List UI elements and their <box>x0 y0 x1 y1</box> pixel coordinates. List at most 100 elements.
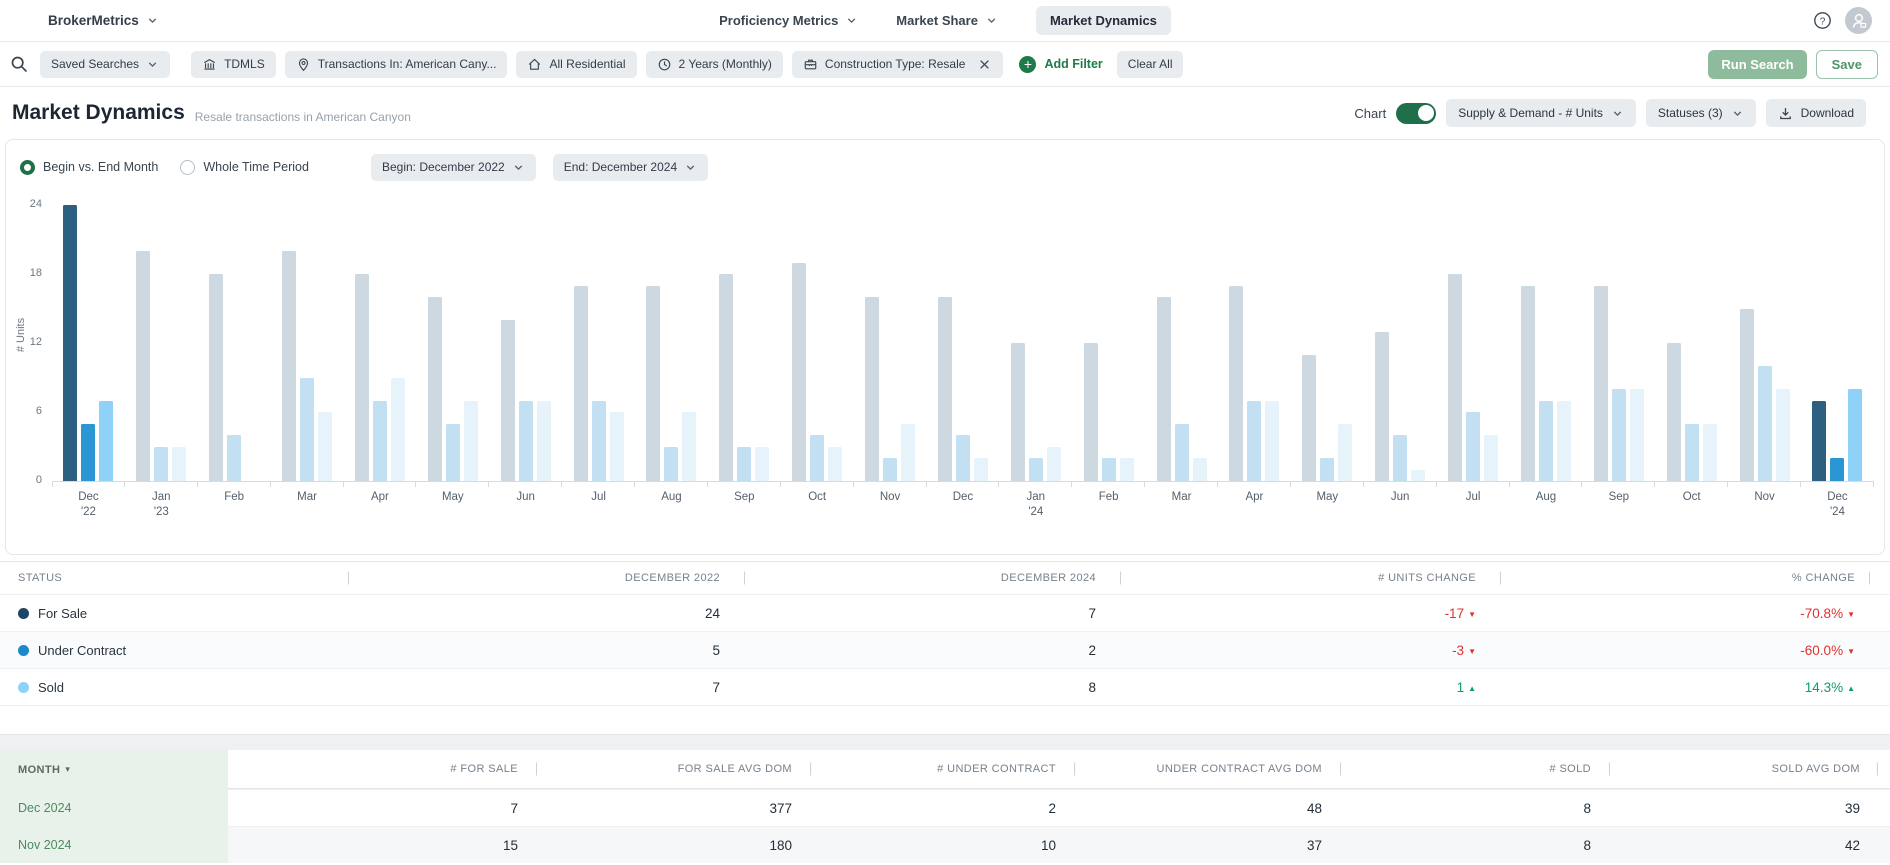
y-axis-tick: 0 <box>35 474 42 486</box>
clear-all-button[interactable]: Clear All <box>1116 50 1184 78</box>
bar-sold <box>1556 400 1571 481</box>
construction-type-icon <box>803 57 818 72</box>
bar-under-contract <box>1684 423 1699 481</box>
location-pin-icon <box>296 57 311 72</box>
month-value: 2 <box>804 789 1068 826</box>
bar-for-sale <box>500 320 515 481</box>
search-icon[interactable] <box>10 55 28 73</box>
begin-month-dropdown[interactable]: Begin: December 2022 <box>370 153 536 181</box>
tab-market-dynamics[interactable]: Market Dynamics <box>1035 6 1171 35</box>
status-header-units-change: # UNITS CHANGE <box>1113 572 1493 584</box>
bar-under-contract <box>883 458 898 481</box>
filter-chip-all-residential[interactable]: All Residential <box>516 50 637 78</box>
status-label: Under Contract <box>38 642 127 658</box>
month-value: 377 <box>530 789 804 826</box>
filter-chip-transactions-in-american-cany[interactable]: Transactions In: American Cany... <box>284 50 508 78</box>
month-table-header: MONTH ▾ # FOR SALE FOR SALE AVG DOM # UNDER … <box>0 750 1890 789</box>
add-filter-button[interactable]: + Add Filter <box>1019 55 1103 73</box>
month-header-sort[interactable]: MONTH ▾ <box>0 750 228 789</box>
nav-item-market-share[interactable]: Market Share <box>896 13 998 28</box>
brand-label: BrokerMetrics <box>48 13 139 28</box>
end-month-dropdown[interactable]: End: December 2024 <box>552 153 709 181</box>
status-legend: For Sale <box>18 606 359 621</box>
radio-label: Begin vs. End Month <box>43 160 159 174</box>
brand-menu[interactable]: BrokerMetrics <box>48 13 159 28</box>
bar-under-contract <box>955 435 970 481</box>
bar-for-sale <box>354 274 369 481</box>
bar-sold <box>682 412 697 481</box>
month-header-for-sale: # FOR SALE <box>228 750 530 789</box>
radio-whole-time-period[interactable]: Whole Time Period <box>180 159 309 175</box>
filter-chip-tdmls[interactable]: TDMLS <box>191 50 276 78</box>
chart-group-nov <box>854 191 927 487</box>
x-axis-label: Mar <box>297 491 317 503</box>
filter-chip-2-years-monthly[interactable]: 2 Years (Monthly) <box>645 50 783 78</box>
bar-sold <box>1411 469 1426 481</box>
x-axis-label: Sep <box>734 491 755 503</box>
user-avatar[interactable] <box>1845 7 1872 34</box>
chart-group-jan-23 <box>125 191 198 487</box>
status-change: -60.0% ▼ <box>1493 643 1872 658</box>
nav-item-proficiency-metrics[interactable]: Proficiency Metrics <box>719 13 858 28</box>
bar-for-sale <box>136 251 151 481</box>
chart-group-dec <box>927 191 1000 487</box>
status-change: -70.8% ▼ <box>1493 606 1872 621</box>
x-axis-label: Jul <box>591 491 606 503</box>
chart-toggle[interactable] <box>1396 102 1437 124</box>
filter-chip-saved-searches[interactable]: Saved Searches <box>40 50 171 78</box>
under-contract-dot <box>18 644 29 656</box>
chart-group-may <box>416 191 490 487</box>
download-button[interactable]: Download <box>1765 99 1866 127</box>
status-legend: Under Contract <box>18 643 359 658</box>
chart-group-jul <box>1437 191 1510 487</box>
month-header-label: MONTH <box>18 763 61 776</box>
radio-begin-vs-end-month[interactable]: Begin vs. End Month <box>20 159 159 175</box>
chart-group-feb <box>198 191 271 487</box>
chart-group-oct <box>781 191 854 487</box>
bar-for-sale <box>1593 285 1608 481</box>
filter-chip-construction-type-resale[interactable]: Construction Type: Resale <box>791 50 1004 78</box>
bar-under-contract <box>1538 400 1553 481</box>
status-label: Sold <box>38 679 65 695</box>
x-axis-label: Sep <box>1608 491 1630 503</box>
bar-sold <box>1484 435 1499 481</box>
x-axis-label: Apr <box>1245 491 1264 503</box>
chevron-down-icon <box>512 161 525 174</box>
statuses-dropdown[interactable]: Statuses (3) <box>1645 99 1756 127</box>
help-icon[interactable]: ? <box>1813 11 1832 30</box>
chart-group-dec-22 <box>52 191 125 487</box>
filter-chip-label: TDMLS <box>224 57 265 71</box>
page-title: Market Dynamics <box>12 101 185 124</box>
end-month-label: End: December 2024 <box>563 160 678 174</box>
triangle-up-icon: ▲ <box>1847 683 1855 693</box>
filter-chip-label: Transactions In: American Cany... <box>317 57 497 71</box>
chart-group-jan-24 <box>999 191 1073 487</box>
status-value: 7 <box>1088 605 1096 621</box>
page-subtitle: Resale transactions in American Canyon <box>194 109 411 124</box>
x-axis-label: May <box>441 491 464 503</box>
bar-under-contract <box>227 435 242 481</box>
bar-for-sale <box>1448 274 1463 481</box>
month-row-dec-2024: Dec 2024 7 377 2 48 8 39 <box>0 789 1890 826</box>
chart-group-mar <box>1145 191 1218 487</box>
x-axis-label: Dec <box>952 491 974 503</box>
bar-under-contract <box>1320 458 1335 481</box>
month-value: 42 <box>1603 826 1890 863</box>
month-cell: Nov 2024 <box>0 826 228 863</box>
bar-sold <box>1338 423 1353 481</box>
bar-for-sale <box>1812 400 1827 481</box>
save-button[interactable]: Save <box>1815 49 1878 79</box>
filter-chip-label: Saved Searches <box>51 57 140 71</box>
remove-filter-icon[interactable] <box>977 57 992 72</box>
metric-dropdown[interactable]: Supply & Demand - # Units <box>1446 99 1636 127</box>
bar-under-contract <box>1101 458 1116 481</box>
nav-menus: Proficiency Metrics Market Share Market … <box>719 6 1171 35</box>
chart-controls: Begin vs. End Month Whole Time Period Be… <box>6 152 1884 182</box>
run-search-button[interactable]: Run Search <box>1708 49 1807 79</box>
chevron-down-icon <box>985 14 998 27</box>
bar-under-contract <box>1757 366 1772 481</box>
bar-for-sale <box>937 297 952 481</box>
bar-for-sale <box>1520 285 1535 481</box>
triangle-down-icon: ▼ <box>1847 609 1855 619</box>
x-axis-label: Nov <box>879 491 901 503</box>
